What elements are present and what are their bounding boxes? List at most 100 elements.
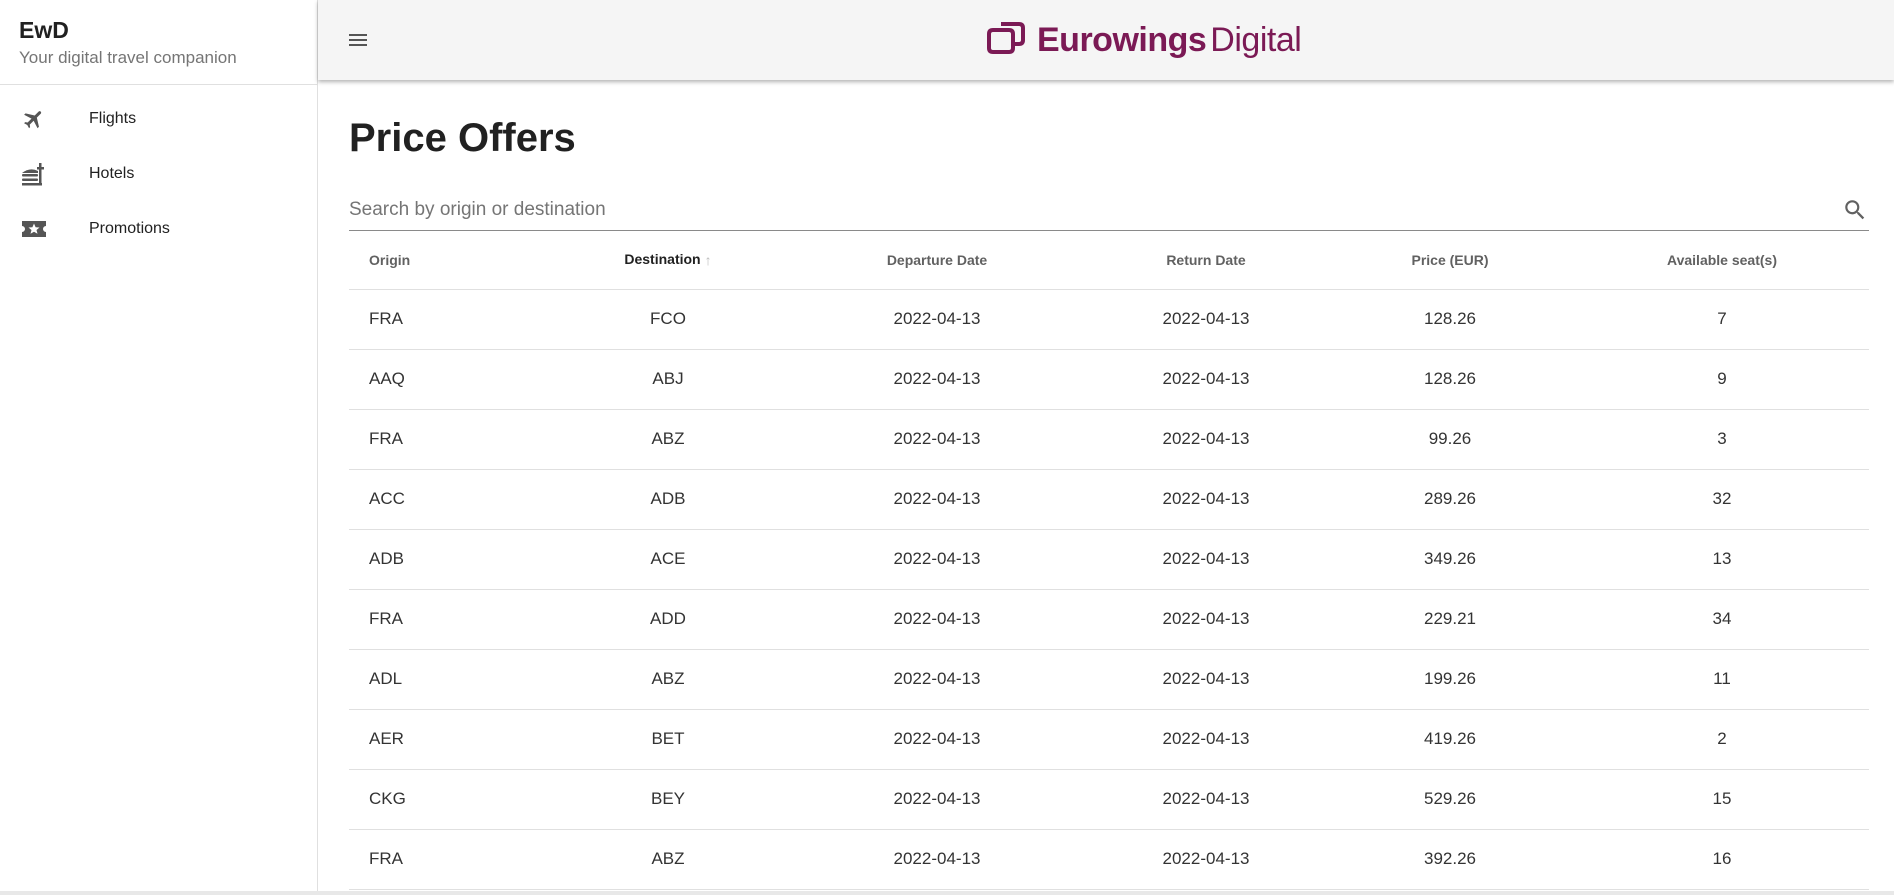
price-cell: 128.26 (1325, 289, 1575, 350)
table-row[interactable]: AER BET 2022-04-13 2022-04-13 419.26 2 (349, 709, 1869, 770)
departure-date-cell: 2022-04-13 (787, 349, 1087, 410)
departure-date-cell: 2022-04-13 (787, 589, 1087, 650)
price-cell: 229.21 (1325, 589, 1575, 650)
available-seats-cell: 32 (1575, 469, 1869, 530)
available-seats-cell: 9 (1575, 349, 1869, 410)
sidebar-item-label: Hotels (89, 164, 135, 182)
departure-date-cell: 2022-04-13 (787, 829, 1087, 890)
destination-cell: ADD (549, 589, 787, 650)
table-row[interactable]: ACC ADB 2022-04-13 2022-04-13 289.26 32 (349, 469, 1869, 530)
price-cell: 392.26 (1325, 829, 1575, 890)
price-cell: 349.26 (1325, 529, 1575, 590)
available-seats-cell: 11 (1575, 649, 1869, 710)
available-seats-cell: 34 (1575, 589, 1869, 650)
ticket-star-icon (20, 215, 48, 243)
price-cell: 529.26 (1325, 769, 1575, 830)
price-cell: 289.26 (1325, 469, 1575, 530)
table-body: FRA FCO 2022-04-13 2022-04-13 128.26 7 AAQ ABJ 2… (349, 289, 1869, 890)
column-header-price[interactable]: Price (EUR) (1325, 231, 1575, 290)
hamburger-menu-icon[interactable] (340, 22, 376, 58)
departure-date-cell: 2022-04-13 (787, 409, 1087, 470)
sidebar-item-promotions[interactable]: Promotions (0, 201, 317, 256)
table-row[interactable]: FRA ABZ 2022-04-13 2022-04-13 99.26 3 (349, 409, 1869, 470)
column-header-available-seats[interactable]: Available seat(s) (1575, 231, 1869, 290)
app-root: EwD Your digital travel companion Flight… (0, 0, 1894, 895)
origin-cell: AER (349, 709, 549, 770)
price-cell: 99.26 (1325, 409, 1575, 470)
table-row[interactable]: AAQ ABJ 2022-04-13 2022-04-13 128.26 9 (349, 349, 1869, 410)
price-offers-table: Origin Destination ↑ Departure Date Retur… (349, 231, 1869, 890)
table-row[interactable]: FRA ADD 2022-04-13 2022-04-13 229.21 34 (349, 589, 1869, 650)
return-date-cell: 2022-04-13 (1087, 769, 1325, 830)
return-date-cell: 2022-04-13 (1087, 649, 1325, 710)
sidebar-nav: Flights Hotels Promotions (0, 85, 317, 256)
destination-cell: ABJ (549, 349, 787, 410)
sidebar-header: EwD Your digital travel companion (0, 0, 317, 85)
available-seats-cell: 3 (1575, 409, 1869, 470)
sidebar-item-label: Flights (89, 109, 137, 127)
return-date-cell: 2022-04-13 (1087, 589, 1325, 650)
return-date-cell: 2022-04-13 (1087, 829, 1325, 890)
destination-cell: ABZ (549, 829, 787, 890)
origin-cell: ADL (349, 649, 549, 710)
brand-logo: Eurowings Digital (985, 20, 1302, 61)
column-header-destination[interactable]: Destination ↑ (549, 231, 787, 290)
sidebar-item-label: Promotions (89, 219, 170, 237)
origin-cell: ADB (349, 529, 549, 590)
page-title: Price Offers (349, 116, 576, 160)
sidebar: EwD Your digital travel companion Flight… (0, 0, 318, 895)
search-input[interactable] (349, 199, 1841, 221)
table-header-row: Origin Destination ↑ Departure Date Retur… (349, 231, 1869, 290)
sort-ascending-icon: ↑ (704, 252, 712, 269)
price-cell: 128.26 (1325, 349, 1575, 410)
return-date-cell: 2022-04-13 (1087, 709, 1325, 770)
destination-cell: ACE (549, 529, 787, 590)
destination-cell: ABZ (549, 409, 787, 470)
departure-date-cell: 2022-04-13 (787, 769, 1087, 830)
departure-date-cell: 2022-04-13 (787, 289, 1087, 350)
app-tagline: Your digital travel companion (19, 48, 237, 67)
hotel-icon (20, 160, 48, 188)
departure-date-cell: 2022-04-13 (787, 649, 1087, 710)
table-row[interactable]: FRA FCO 2022-04-13 2022-04-13 128.26 7 (349, 289, 1869, 350)
origin-cell: FRA (349, 289, 549, 350)
available-seats-cell: 2 (1575, 709, 1869, 770)
origin-cell: FRA (349, 829, 549, 890)
return-date-cell: 2022-04-13 (1087, 409, 1325, 470)
main-content: Price Offers Origin Destination↑ Departu… (318, 80, 1894, 895)
departure-date-cell: 2022-04-13 (787, 529, 1087, 590)
table-row[interactable]: FRA ABZ 2022-04-13 2022-04-13 392.26 16 (349, 829, 1869, 890)
app-name: EwD (19, 17, 69, 43)
table-row[interactable]: CKG BEY 2022-04-13 2022-04-13 529.26 15 (349, 769, 1869, 830)
column-header-departure-date[interactable]: Departure Date (787, 231, 1087, 290)
sidebar-item-hotels[interactable]: Hotels (0, 146, 317, 201)
destination-cell: BET (549, 709, 787, 770)
origin-cell: FRA (349, 409, 549, 470)
column-header-origin[interactable]: Origin (349, 231, 549, 290)
destination-cell: FCO (549, 289, 787, 350)
sidebar-item-flights[interactable]: Flights (0, 91, 317, 146)
logo-brand-light: Digital (1210, 21, 1302, 59)
table-row[interactable]: ADL ABZ 2022-04-13 2022-04-13 199.26 11 (349, 649, 1869, 710)
available-seats-cell: 16 (1575, 829, 1869, 890)
available-seats-cell: 7 (1575, 289, 1869, 350)
search-icon[interactable] (1841, 196, 1869, 224)
origin-cell: CKG (349, 769, 549, 830)
departure-date-cell: 2022-04-13 (787, 709, 1087, 770)
available-seats-cell: 13 (1575, 529, 1869, 590)
table-row[interactable]: ADB ACE 2022-04-13 2022-04-13 349.26 13 (349, 529, 1869, 590)
destination-cell: ABZ (549, 649, 787, 710)
origin-cell: ACC (349, 469, 549, 530)
return-date-cell: 2022-04-13 (1087, 529, 1325, 590)
search-field (349, 190, 1869, 231)
price-cell: 199.26 (1325, 649, 1575, 710)
origin-cell: AAQ (349, 349, 549, 410)
airplane-icon (20, 105, 48, 133)
price-cell: 419.26 (1325, 709, 1575, 770)
destination-cell: ADB (549, 469, 787, 530)
departure-date-cell: 2022-04-13 (787, 469, 1087, 530)
logo-brand-bold: Eurowings (1037, 21, 1207, 59)
bottom-divider (0, 891, 1894, 895)
return-date-cell: 2022-04-13 (1087, 349, 1325, 410)
column-header-return-date[interactable]: Return Date (1087, 231, 1325, 290)
